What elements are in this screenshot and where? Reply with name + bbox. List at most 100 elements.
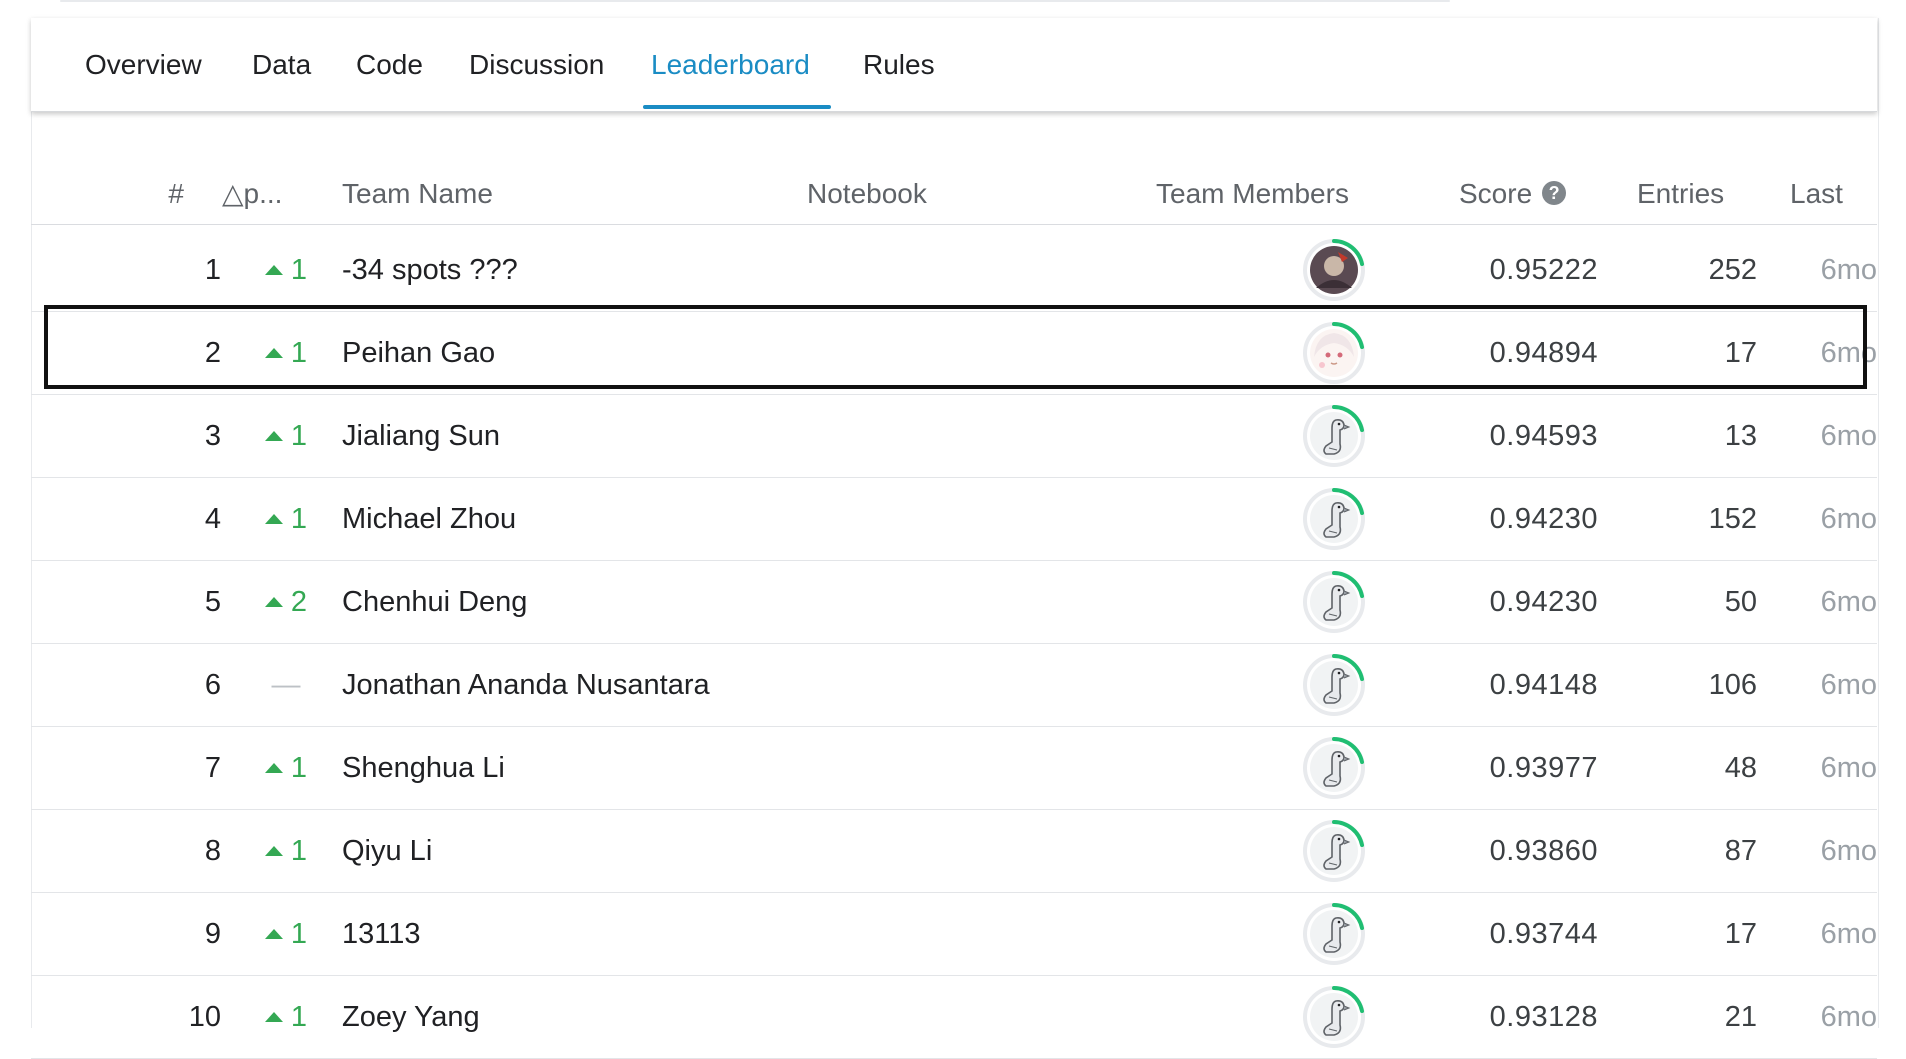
score-cell: 0.95222 [1489, 254, 1598, 286]
rank-cell: 7 [204, 752, 221, 784]
team-name-cell[interactable]: Chenhui Deng [342, 561, 527, 644]
team-name-cell[interactable]: Jialiang Sun [342, 395, 500, 478]
score-cell: 0.94593 [1489, 420, 1598, 452]
entries-cell: 21 [1724, 1001, 1757, 1033]
rank-change-value: 1 [290, 337, 308, 369]
rank-cell: 8 [204, 835, 221, 867]
score-cell: 0.93128 [1489, 1001, 1598, 1033]
team-member-avatar[interactable] [1302, 985, 1366, 1049]
score-cell: 0.94894 [1489, 337, 1598, 369]
rank-change-cell: 1 [241, 395, 331, 478]
rank-change-cell: 2 [241, 561, 331, 644]
rank-change-value: 1 [290, 835, 308, 867]
leaderboard-row[interactable]: 9 1 13113 0.93744 17 6mo [31, 893, 1877, 976]
column-header-team-members: Team Members [1156, 178, 1349, 209]
leaderboard-row[interactable]: 10 1 Zoey Yang 0.93128 21 6mo [31, 976, 1877, 1059]
team-name-cell[interactable]: Qiyu Li [342, 810, 432, 893]
tab-leaderboard[interactable]: Leaderboard [651, 18, 810, 112]
team-name-cell[interactable]: 13113 [342, 893, 421, 976]
last-submission-cell: 6mo [1820, 752, 1877, 784]
entries-cell: 17 [1724, 918, 1757, 950]
top-search-bar-edge [60, 0, 1450, 2]
team-member-avatar[interactable] [1302, 902, 1366, 966]
arrow-up-icon [264, 348, 283, 358]
team-member-avatar[interactable] [1302, 819, 1366, 883]
rank-cell: 4 [204, 503, 221, 535]
team-member-avatar[interactable] [1302, 570, 1366, 634]
leaderboard-row[interactable]: 8 1 Qiyu Li 0.93860 87 6mo [31, 810, 1877, 893]
rank-change-value: 2 [290, 586, 308, 618]
rank-change-value: 1 [290, 503, 308, 535]
arrow-up-icon [264, 514, 283, 524]
last-submission-cell: 6mo [1820, 337, 1877, 369]
entries-cell: 13 [1724, 420, 1757, 452]
rank-change-cell: 1 [241, 810, 331, 893]
team-name-cell[interactable]: Jonathan Ananda Nusantara [342, 644, 710, 727]
leaderboard-row[interactable]: 5 2 Chenhui Deng 0.94230 50 6mo [31, 561, 1877, 644]
team-name-cell[interactable]: Shenghua Li [342, 727, 505, 810]
last-submission-cell: 6mo [1820, 254, 1877, 286]
team-member-avatar[interactable] [1302, 487, 1366, 551]
rank-change-value: 1 [290, 918, 308, 950]
entries-cell: 252 [1708, 254, 1757, 286]
rank-change-value: — [271, 669, 301, 701]
rank-change-value: 1 [290, 254, 308, 286]
score-cell: 0.94230 [1489, 503, 1598, 535]
arrow-up-icon [264, 846, 283, 856]
score-cell: 0.94148 [1489, 669, 1598, 701]
leaderboard-row[interactable]: 1 1 -34 spots ??? 0.95222 252 6mo [31, 229, 1877, 312]
entries-cell: 48 [1724, 752, 1757, 784]
column-header-score-label: Score [1459, 178, 1533, 209]
arrow-up-icon [264, 763, 283, 773]
rank-change-value: 1 [290, 420, 308, 452]
leaderboard-row[interactable]: 6 — Jonathan Ananda Nusantara 0.94148 106 6mo [31, 644, 1877, 727]
arrow-up-icon [264, 1012, 283, 1022]
rank-change-cell: — [241, 644, 331, 727]
tab-data[interactable]: Data [252, 18, 311, 112]
team-name-cell[interactable]: Michael Zhou [342, 478, 516, 561]
leaderboard-row[interactable]: 2 1 Peihan Gao 0.94894 17 6mo [31, 312, 1877, 395]
tab-overview[interactable]: Overview [85, 18, 202, 112]
column-header-last[interactable]: Last [1790, 168, 1843, 220]
tab-code[interactable]: Code [356, 18, 423, 112]
arrow-up-icon [264, 597, 283, 607]
tab-rules[interactable]: Rules [863, 18, 935, 112]
rank-change-cell: 1 [241, 478, 331, 561]
arrow-up-icon [264, 929, 283, 939]
column-header-team-name[interactable]: Team Name [342, 168, 493, 220]
team-name-cell[interactable]: Zoey Yang [342, 976, 480, 1059]
column-header-delta[interactable]: △p... [222, 168, 282, 220]
team-member-avatar[interactable] [1302, 404, 1366, 468]
leaderboard-row[interactable]: 4 1 Michael Zhou 0.94230 152 6mo [31, 478, 1877, 561]
team-member-avatar[interactable] [1302, 736, 1366, 800]
header-divider [31, 224, 1877, 225]
rank-change-value: 1 [290, 752, 308, 784]
column-header-entries[interactable]: Entries [1637, 168, 1724, 220]
team-name-cell[interactable]: -34 spots ??? [342, 229, 518, 312]
leaderboard-row[interactable]: 3 1 Jialiang Sun 0.94593 13 6mo [31, 395, 1877, 478]
team-member-avatar[interactable] [1302, 321, 1366, 385]
last-submission-cell: 6mo [1820, 669, 1877, 701]
rank-cell: 6 [204, 669, 221, 701]
active-tab-indicator [643, 105, 831, 109]
column-header-notebook: Notebook [807, 178, 927, 209]
team-member-avatar[interactable] [1302, 238, 1366, 302]
tab-discussion[interactable]: Discussion [469, 18, 604, 112]
rank-cell: 10 [188, 1001, 221, 1033]
rank-change-cell: 1 [241, 229, 331, 312]
rank-change-cell: 1 [241, 893, 331, 976]
team-member-avatar[interactable] [1302, 653, 1366, 717]
last-submission-cell: 6mo [1820, 918, 1877, 950]
column-header-score[interactable]: Score? [1459, 168, 1567, 220]
arrow-up-icon [264, 265, 283, 275]
column-header-rank[interactable]: # [141, 168, 184, 220]
competition-tab-bar: Overview Data Code Discussion Leaderboar… [31, 18, 1877, 112]
entries-cell: 87 [1724, 835, 1757, 867]
leaderboard-row[interactable]: 7 1 Shenghua Li 0.93977 48 6mo [31, 727, 1877, 810]
team-name-cell[interactable]: Peihan Gao [342, 312, 495, 395]
arrow-up-icon [264, 431, 283, 441]
last-submission-cell: 6mo [1820, 835, 1877, 867]
help-icon[interactable]: ? [1542, 180, 1567, 205]
entries-cell: 106 [1708, 669, 1757, 701]
score-cell: 0.93860 [1489, 835, 1598, 867]
